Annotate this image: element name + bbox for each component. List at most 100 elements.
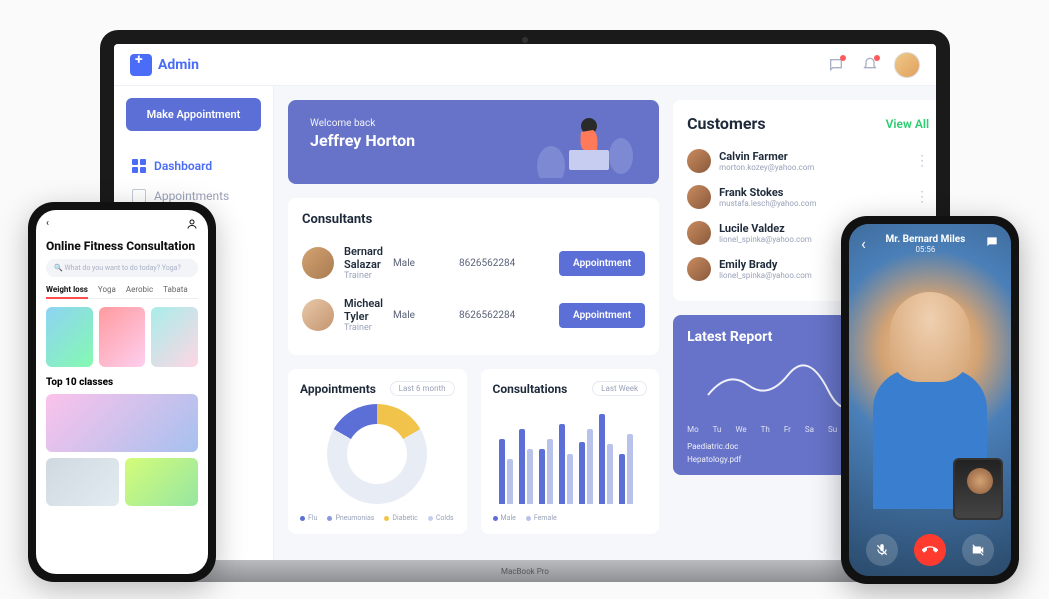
logo-icon (130, 54, 152, 76)
camera-toggle-button[interactable] (962, 534, 994, 566)
consultant-role: Trainer (344, 271, 383, 281)
video-call-screen: ‹ Mr. Bernard Miles 05:56 (849, 224, 1011, 576)
topbar-actions (826, 52, 920, 78)
back-icon[interactable]: ‹ (46, 218, 49, 233)
more-icon[interactable]: ⋮ (915, 189, 929, 205)
customer-avatar (687, 257, 711, 281)
class-thumbnail[interactable] (99, 307, 146, 367)
class-thumbnail[interactable] (46, 458, 119, 506)
topbar: Admin (114, 44, 936, 86)
search-icon: 🔍 (54, 264, 63, 272)
sidebar-item-dashboard[interactable]: Dashboard (126, 151, 261, 181)
consultant-info: Micheal Tyler Trainer (344, 297, 383, 333)
sidebar-item-label: Dashboard (154, 159, 212, 173)
end-call-button[interactable] (914, 534, 946, 566)
customers-title: Customers (687, 114, 765, 133)
phone-page-title: Online Fitness Consultation (46, 239, 198, 253)
profile-icon[interactable] (186, 218, 198, 233)
search-placeholder: What do you want to do today? Yoga? (64, 264, 180, 272)
dashboard-screen: Admin Make Appointment (114, 44, 936, 560)
period-selector[interactable]: Last Week (592, 381, 647, 396)
brand-logo[interactable]: Admin (130, 54, 199, 76)
messages-icon[interactable] (826, 55, 846, 75)
appointments-chart-card: Appointments Last 6 month Flu Pneumonias… (288, 369, 467, 534)
profile-avatar[interactable] (894, 52, 920, 78)
customer-email: morton.kozey@yahoo.com (719, 163, 907, 172)
section-title: Top 10 classes (46, 377, 198, 388)
app-body: Make Appointment Dashboard Appointments … (114, 86, 936, 560)
laptop-frame: Admin Make Appointment (100, 30, 950, 560)
back-icon[interactable]: ‹ (861, 234, 866, 253)
appointments-donut-chart (327, 404, 427, 504)
tab-yoga[interactable]: Yoga (98, 285, 116, 294)
mute-button[interactable] (866, 534, 898, 566)
customer-avatar (687, 221, 711, 245)
tab-aerobic[interactable]: Aerobic (126, 285, 153, 294)
caller-name: Mr. Bernard Miles (886, 234, 966, 245)
dashboard-icon (132, 159, 146, 173)
customer-avatar (687, 149, 711, 173)
class-thumbnail-wide[interactable] (46, 394, 198, 452)
consultant-phone: 8626562284 (459, 258, 549, 269)
brand-text: Admin (158, 57, 199, 73)
video-feed-main (849, 224, 1011, 576)
consultant-name: Bernard Salazar (344, 245, 383, 271)
calendar-icon (132, 189, 146, 203)
appointments-legend: Flu Pneumonias Diabetic Colds (300, 514, 455, 522)
charts-row: Appointments Last 6 month Flu Pneumonias… (288, 369, 659, 534)
laptop-base: MacBook Pro (100, 560, 950, 582)
consultant-info: Bernard Salazar Trainer (344, 245, 383, 281)
search-input[interactable]: 🔍 What do you want to do today? Yoga? (46, 259, 198, 277)
consultant-row: Micheal Tyler Trainer Male 8626562284 Ap… (302, 289, 645, 341)
consultant-phone: 8626562284 (459, 310, 549, 321)
laptop-device: Admin Make Appointment (100, 30, 950, 595)
class-thumbnail[interactable] (151, 307, 198, 367)
view-all-link[interactable]: View All (886, 117, 929, 131)
chart-title: Consultations (493, 382, 568, 396)
consultations-legend: Male Female (493, 514, 648, 522)
phone-right-device: ‹ Mr. Bernard Miles 05:56 (841, 216, 1019, 584)
customer-avatar (687, 185, 711, 209)
appointment-button[interactable]: Appointment (559, 303, 645, 328)
customer-row[interactable]: Frank Stokes mustafa.lesch@yahoo.com ⋮ (687, 179, 929, 215)
consultants-card: Consultants Bernard Salazar Trainer Male… (288, 198, 659, 355)
consultations-chart-card: Consultations Last Week Male Female (481, 369, 660, 534)
tab-weight-loss[interactable]: Weight loss (46, 285, 88, 299)
video-feed-self[interactable] (953, 458, 1003, 520)
tab-tabata[interactable]: Tabata (163, 285, 188, 294)
call-header: ‹ Mr. Bernard Miles 05:56 (849, 224, 1011, 264)
phone-status-bar: ‹ (46, 218, 198, 233)
welcome-illustration (521, 106, 641, 178)
consultants-title: Consultants (302, 212, 645, 227)
period-selector[interactable]: Last 6 month (390, 381, 455, 396)
class-thumbnail[interactable] (46, 307, 93, 367)
make-appointment-button[interactable]: Make Appointment (126, 98, 261, 131)
sidebar-item-label: Appointments (154, 189, 229, 203)
consultant-gender: Male (393, 258, 449, 269)
consultant-row: Bernard Salazar Trainer Male 8626562284 … (302, 237, 645, 289)
phone-left-device: ‹ Online Fitness Consultation 🔍 What do … (28, 202, 216, 582)
notifications-icon[interactable] (860, 55, 880, 75)
more-icon[interactable]: ⋮ (915, 153, 929, 169)
appointment-button[interactable]: Appointment (559, 251, 645, 276)
consultant-avatar (302, 247, 334, 279)
consultant-role: Trainer (344, 323, 383, 333)
welcome-banner: Welcome back Jeffrey Horton (288, 100, 659, 184)
consultant-name: Micheal Tyler (344, 297, 383, 323)
customer-name: Frank Stokes (719, 186, 907, 199)
customer-name: Calvin Farmer (719, 150, 907, 163)
consultations-bar-chart (493, 404, 648, 504)
phone-left-screen: ‹ Online Fitness Consultation 🔍 What do … (36, 210, 208, 574)
customer-email: mustafa.lesch@yahoo.com (719, 199, 907, 208)
consultant-avatar (302, 299, 334, 331)
main-content: Welcome back Jeffrey Horton Co (274, 86, 936, 560)
chart-title: Appointments (300, 382, 376, 396)
call-duration: 05:56 (886, 245, 966, 254)
left-column: Welcome back Jeffrey Horton Co (288, 100, 659, 546)
consultant-gender: Male (393, 310, 449, 321)
class-thumbnails (46, 307, 198, 367)
customer-row[interactable]: Calvin Farmer morton.kozey@yahoo.com ⋮ (687, 143, 929, 179)
call-controls (849, 534, 1011, 566)
chat-icon[interactable] (985, 234, 999, 253)
class-thumbnail[interactable] (125, 458, 198, 506)
